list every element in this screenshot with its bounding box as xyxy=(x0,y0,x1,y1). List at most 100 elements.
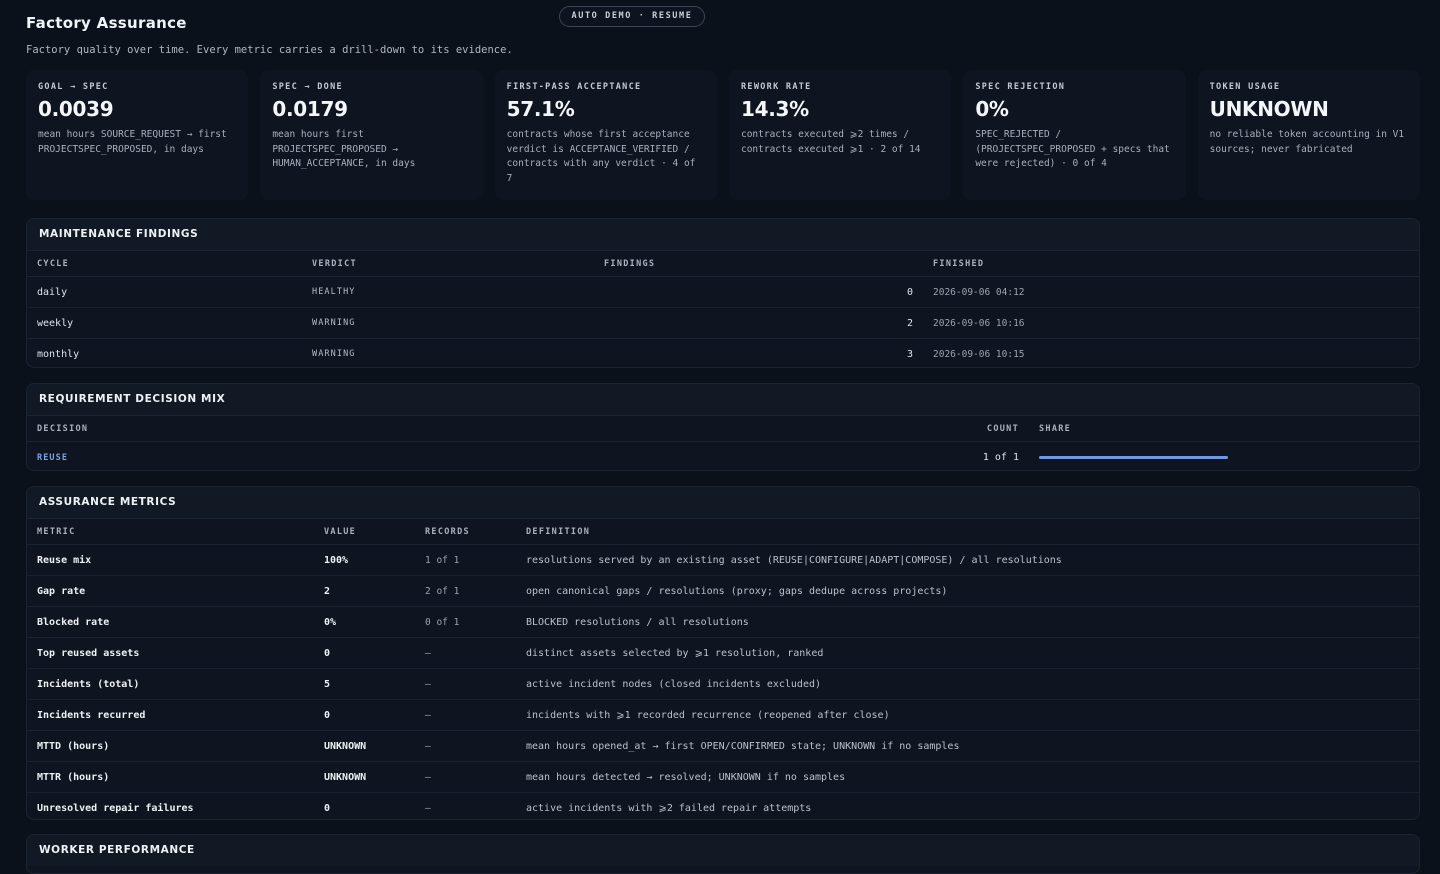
kpi-label: FIRST-PASS ACCEPTANCE xyxy=(506,82,642,92)
value-cell: 0 xyxy=(324,802,331,814)
metric-cell: MTTR (hours) xyxy=(27,761,314,793)
kpi-value: 0% xyxy=(975,97,1009,121)
column-header-finished: FINISHED xyxy=(923,251,1419,277)
definition-cell: open canonical gaps / resolutions (proxy… xyxy=(516,575,1419,607)
records-cell: — xyxy=(415,761,516,793)
column-header-share: SHARE xyxy=(1029,416,1419,442)
value-cell: 0 xyxy=(314,637,415,669)
definition-cell: distinct assets selected by ⩾1 resolutio… xyxy=(516,637,1419,669)
table-row[interactable]: weekly WARNING 2 2026-09-06 10:16 xyxy=(27,307,1419,339)
column-header-metric: METRIC xyxy=(27,519,314,545)
panel-title: MAINTENANCE FINDINGS xyxy=(27,219,1419,251)
metric-cell: Blocked rate xyxy=(27,606,314,638)
column-header-records: RECORDS xyxy=(415,519,516,545)
findings-cell: 0 xyxy=(594,276,923,308)
records-cell: 2 of 1 xyxy=(415,575,516,607)
records-cell: — xyxy=(415,637,516,669)
metric-cell: Gap rate xyxy=(27,575,314,607)
table-row[interactable]: Incidents recurred 0— incidents with ⩾1 re… xyxy=(27,699,1419,731)
metric-cell: Top reused assets xyxy=(27,637,314,669)
findings-cell: 2 xyxy=(594,307,923,339)
worker-performance-panel: WORKER PERFORMANCE xyxy=(26,834,1420,874)
kpi-card-spec-done[interactable]: SPEC → DONE 0.0179 mean hours first PROJ… xyxy=(260,70,483,200)
records-cell: 1 of 1 xyxy=(415,544,516,576)
kpi-card-rework-rate[interactable]: REWORK RATE 14.3% contracts executed ⩾2 … xyxy=(728,70,952,200)
table-row[interactable]: daily HEALTHY 0 2026-09-06 04:12 xyxy=(27,276,1419,308)
table-row[interactable]: Incidents (total) 5— active incident nodes… xyxy=(27,668,1419,700)
column-header-verdict: VERDICT xyxy=(302,251,594,277)
share-bar-fill xyxy=(1039,455,1228,459)
kpi-description: mean hours first PROJECTSPEC_PROPOSED → … xyxy=(272,129,416,169)
kpi-description: contracts executed ⩾2 times / contracts … xyxy=(740,129,921,155)
kpi-card-first-pass-acceptance[interactable]: FIRST-PASS ACCEPTANCE 57.1% contracts wh… xyxy=(494,70,717,200)
definition-cell: resolutions served by an existing asset … xyxy=(516,544,1419,576)
table-row[interactable]: MTTD (hours) UNKNOWN — mean hours opened_at… xyxy=(27,730,1419,762)
cycle-cell: monthly xyxy=(37,348,80,360)
decision-link-reuse[interactable]: REUSE xyxy=(37,453,68,463)
metric-cell: Reuse mix xyxy=(27,544,314,576)
cycle-cell: daily xyxy=(27,276,302,308)
table-row[interactable]: Unresolved repair failures 0 — active incid… xyxy=(27,793,1419,820)
metric-cell: Incidents (total) xyxy=(27,668,314,700)
definition-cell: incidents with ⩾1 recorded recurrence (r… xyxy=(516,699,1419,731)
kpi-card-spec-rejection[interactable]: SPEC REJECTION 0% SPEC_REJECTED / (PROJE… xyxy=(963,70,1186,200)
kpi-description: SPEC_REJECTED / (PROJECTSPEC_PROPOSED + … xyxy=(975,129,1170,169)
panel-title: ASSURANCE METRICS xyxy=(27,487,1419,519)
kpi-label: REWORK RATE xyxy=(740,82,812,92)
table-row[interactable]: monthly WARNING 3 2026-09-06 10:15 xyxy=(27,339,1419,368)
page-subtitle: Factory quality over time. Every metric … xyxy=(26,44,513,56)
column-header-count: COUNT xyxy=(949,416,1029,442)
kpi-description: no reliable token accounting in V1 sourc… xyxy=(1209,129,1405,155)
table-row[interactable]: Blocked rate 0% 0 of 1 BLOCKED resolutions … xyxy=(27,606,1419,638)
column-header-decision: DECISION xyxy=(27,416,949,442)
kpi-value: 0.0039 xyxy=(38,97,114,121)
page-header: Factory Assurance Factory quality over t… xyxy=(26,14,513,56)
kpi-card-token-usage[interactable]: TOKEN USAGE UNKNOWN no reliable token ac… xyxy=(1197,70,1420,200)
records-cell: 0 of 1 xyxy=(415,606,516,638)
records-cell: — xyxy=(415,730,516,762)
kpi-label: TOKEN USAGE xyxy=(1209,82,1281,92)
findings-cell: 3 xyxy=(906,348,913,360)
records-cell: — xyxy=(415,699,516,731)
kpi-value: UNKNOWN xyxy=(1209,97,1329,121)
value-cell: 100% xyxy=(314,544,415,576)
metric-cell: Unresolved repair failures xyxy=(37,802,194,814)
definition-cell: active incident nodes (closed incidents … xyxy=(516,668,1419,700)
definition-cell: mean hours opened_at → first OPEN/CONFIR… xyxy=(516,730,1419,762)
decision-cell: REUSE xyxy=(27,442,949,471)
table-row[interactable]: Reuse mix 100% 1 of 1 resolutions served by… xyxy=(27,544,1419,576)
cycle-cell: weekly xyxy=(27,307,302,339)
value-cell: UNKNOWN xyxy=(314,730,415,762)
value-cell: 0 xyxy=(314,699,415,731)
definition-cell: mean hours detected → resolved; UNKNOWN … xyxy=(516,761,1419,793)
kpi-label: SPEC REJECTION xyxy=(975,82,1066,92)
verdict-cell: WARNING xyxy=(312,349,356,359)
kpi-description: mean hours SOURCE_REQUEST → first PROJEC… xyxy=(38,129,227,155)
metric-cell: MTTD (hours) xyxy=(27,730,314,762)
value-cell: UNKNOWN xyxy=(314,761,415,793)
value-cell: 5 xyxy=(314,668,415,700)
kpi-value: 0.0179 xyxy=(272,97,348,121)
page-title: Factory Assurance xyxy=(26,14,187,32)
kpi-label: SPEC → DONE xyxy=(272,82,343,92)
share-bar-track xyxy=(1039,455,1228,459)
kpi-label: GOAL → SPEC xyxy=(38,82,109,92)
verdict-cell: WARNING xyxy=(302,307,594,339)
table-row[interactable]: MTTR (hours) UNKNOWN — mean hours detected … xyxy=(27,761,1419,793)
finished-cell: 2026-09-06 04:12 xyxy=(923,276,1419,308)
table-row[interactable]: Gap rate 2 2 of 1 open canonical gaps / res… xyxy=(27,575,1419,607)
column-header-value: VALUE xyxy=(314,519,415,545)
records-cell: — xyxy=(415,668,516,700)
metric-cell: Incidents recurred xyxy=(27,699,314,731)
panel-title: WORKER PERFORMANCE xyxy=(27,835,1419,866)
value-cell: 0% xyxy=(314,606,415,638)
kpi-card-goal-spec[interactable]: GOAL → SPEC 0.0039 mean hours SOURCE_REQ… xyxy=(26,70,249,200)
maintenance-table: CYCLE VERDICT FINDINGS FINISHED daily HE… xyxy=(27,251,1419,368)
table-row[interactable]: Top reused assets 0— distinct assets selec… xyxy=(27,637,1419,669)
value-cell: 2 xyxy=(314,575,415,607)
table-row[interactable]: REUSE 1 of 1 xyxy=(27,442,1419,471)
column-header-findings: FINDINGS xyxy=(594,251,923,277)
finished-cell: 2026-09-06 10:16 xyxy=(923,307,1419,339)
share-cell xyxy=(1029,442,1419,471)
auto-demo-resume-button[interactable]: AUTO DEMO · RESUME xyxy=(559,6,705,27)
